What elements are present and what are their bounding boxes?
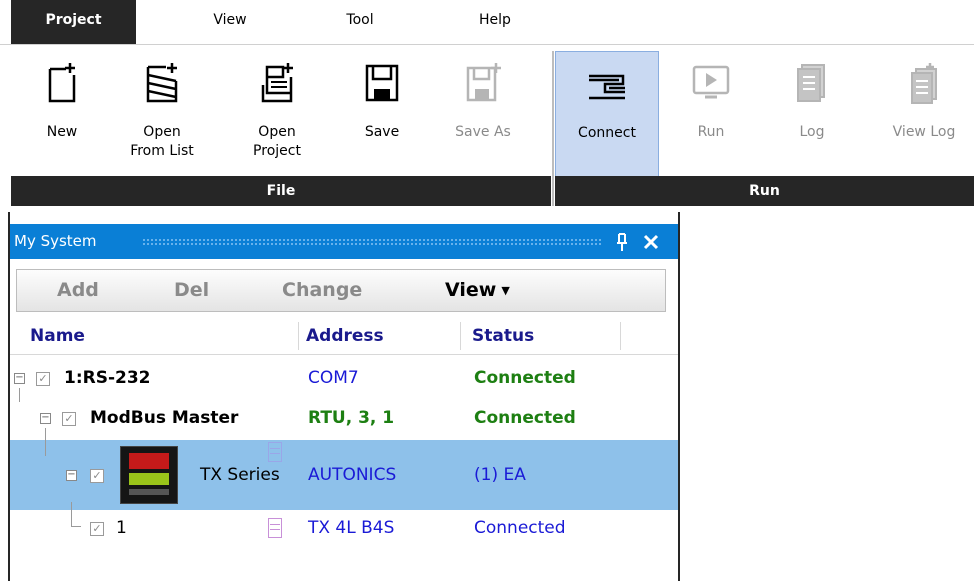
panel-toolbar: Add Del Change View ▼ bbox=[16, 269, 666, 312]
list-icon bbox=[268, 518, 282, 538]
ribbon-separator bbox=[552, 51, 554, 206]
log-label: Log bbox=[799, 124, 825, 140]
group-file-label: File bbox=[11, 176, 551, 206]
connect-button[interactable]: Connect bbox=[555, 51, 659, 177]
panel-grip bbox=[142, 238, 602, 245]
chevron-down-icon: ▼ bbox=[501, 284, 510, 297]
new-button[interactable]: New bbox=[28, 51, 96, 177]
checkbox[interactable]: ✓ bbox=[36, 372, 50, 386]
open-project-button[interactable]: Open Project bbox=[236, 51, 318, 177]
save-icon bbox=[365, 64, 399, 102]
open-from-list-icon bbox=[146, 63, 178, 103]
connect-icon bbox=[589, 74, 625, 100]
open-from-list-button[interactable]: Open From List bbox=[122, 51, 202, 177]
new-file-icon bbox=[48, 63, 76, 103]
column-header-name[interactable]: Name bbox=[30, 318, 85, 354]
device-image bbox=[120, 446, 178, 504]
row-status: Connected bbox=[474, 408, 576, 428]
column-divider[interactable] bbox=[298, 322, 299, 350]
view-log-button[interactable]: View Log bbox=[880, 51, 968, 177]
ribbon: New Open From List Open Project Save Sav… bbox=[0, 44, 974, 213]
row-address: AUTONICS bbox=[308, 465, 397, 485]
menu-view[interactable]: View bbox=[200, 0, 260, 44]
change-button[interactable]: Change bbox=[282, 270, 362, 311]
collapse-icon[interactable]: − bbox=[66, 470, 77, 481]
row-address: RTU, 3, 1 bbox=[308, 408, 395, 428]
collapse-icon[interactable]: − bbox=[14, 373, 25, 384]
checkbox[interactable]: ✓ bbox=[62, 412, 76, 426]
save-as-label: Save As bbox=[455, 124, 511, 140]
tree-row[interactable]: ✓ 1 TX 4L B4S Connected bbox=[10, 510, 678, 546]
tree-row[interactable]: − ✓ 1:RS-232 COM7 Connected bbox=[10, 360, 678, 396]
view-log-label: View Log bbox=[892, 124, 956, 140]
connect-label: Connect bbox=[578, 125, 636, 141]
menu-help[interactable]: Help bbox=[465, 0, 525, 44]
run-icon bbox=[692, 65, 730, 99]
column-header-address[interactable]: Address bbox=[306, 318, 384, 354]
view-dropdown-label: View bbox=[445, 279, 497, 301]
log-button[interactable]: Log bbox=[780, 51, 844, 177]
checkbox[interactable]: ✓ bbox=[90, 469, 104, 483]
column-divider[interactable] bbox=[620, 322, 621, 350]
save-as-button[interactable]: Save As bbox=[443, 51, 523, 177]
tree-row[interactable]: − ✓ TX Series AUTONICS (1) EA bbox=[10, 440, 678, 510]
save-as-icon bbox=[466, 63, 501, 102]
collapse-icon[interactable]: − bbox=[40, 413, 51, 424]
new-label: New bbox=[46, 124, 78, 140]
open-from-list-label: Open From List bbox=[130, 124, 194, 159]
panel-title: My System bbox=[14, 232, 97, 250]
group-run-label: Run bbox=[555, 176, 974, 206]
checkbox[interactable]: ✓ bbox=[90, 522, 104, 536]
my-system-panel: My System Add Del Change View ▼ Name Addr… bbox=[8, 212, 680, 581]
row-name: TX Series bbox=[200, 465, 280, 485]
open-project-label: Open Project bbox=[253, 124, 301, 159]
save-label: Save bbox=[364, 124, 400, 140]
row-name: 1:RS-232 bbox=[64, 368, 151, 388]
del-button[interactable]: Del bbox=[174, 270, 209, 311]
log-icon bbox=[797, 64, 825, 102]
panel-title-bar[interactable]: My System bbox=[10, 224, 678, 259]
row-address: TX 4L B4S bbox=[308, 518, 395, 538]
run-button[interactable]: Run bbox=[676, 51, 746, 177]
column-header-status[interactable]: Status bbox=[472, 318, 534, 354]
run-label: Run bbox=[697, 124, 725, 140]
row-name: 1 bbox=[116, 518, 127, 538]
view-dropdown[interactable]: View ▼ bbox=[445, 270, 510, 311]
menu-tool[interactable]: Tool bbox=[330, 0, 390, 44]
save-button[interactable]: Save bbox=[350, 51, 414, 177]
menu-project[interactable]: Project bbox=[11, 0, 136, 44]
close-icon[interactable] bbox=[640, 231, 662, 253]
tree-row[interactable]: − ✓ ModBus Master RTU, 3, 1 Connected bbox=[10, 400, 678, 436]
row-status: Connected bbox=[474, 368, 576, 388]
view-log-icon bbox=[911, 63, 937, 104]
row-status: Connected bbox=[474, 518, 566, 538]
grid-header: Name Address Status bbox=[10, 318, 678, 355]
row-address: COM7 bbox=[308, 368, 359, 388]
row-name: ModBus Master bbox=[90, 408, 239, 428]
open-project-icon bbox=[261, 63, 293, 103]
add-button[interactable]: Add bbox=[57, 270, 99, 311]
pin-icon[interactable] bbox=[615, 232, 629, 252]
row-status: (1) EA bbox=[474, 465, 526, 485]
column-divider[interactable] bbox=[460, 322, 461, 350]
menu-bar: Project View Tool Help bbox=[0, 0, 974, 44]
